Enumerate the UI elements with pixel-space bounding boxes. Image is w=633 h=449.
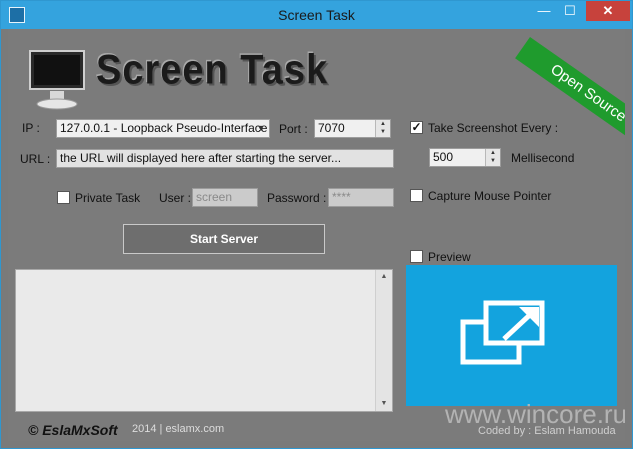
close-button[interactable]: ✕ <box>586 1 630 21</box>
chevron-down-icon[interactable]: ▼ <box>253 120 269 137</box>
scroll-down-icon[interactable]: ▼ <box>376 397 392 411</box>
private-task-checkbox[interactable] <box>57 191 70 204</box>
preview-label: Preview <box>428 250 471 264</box>
ip-select[interactable]: 127.0.0.1 - Loopback Pseudo-Interface 1 … <box>56 119 270 138</box>
ip-select-value: 127.0.0.1 - Loopback Pseudo-Interface 1 <box>60 121 270 135</box>
spin-down-icon[interactable]: ▼ <box>486 157 500 165</box>
url-field[interactable]: the URL will displayed here after starti… <box>56 149 394 168</box>
ip-label: IP : <box>22 121 40 135</box>
port-stepper[interactable]: 7070 ▲ ▼ <box>314 119 391 138</box>
log-scrollbar[interactable]: ▲ ▼ <box>375 270 392 411</box>
spin-up-icon[interactable]: ▲ <box>376 120 390 128</box>
copyright-text: 2014 | eslamx.com <box>132 423 225 435</box>
capture-mouse-checkbox[interactable] <box>410 189 423 202</box>
url-label: URL : <box>20 152 51 166</box>
preview-checkbox[interactable] <box>410 250 423 263</box>
monitor-icon <box>29 50 85 110</box>
spin-up-icon[interactable]: ▲ <box>486 149 500 157</box>
brand-logo: © EslaMxSoft <box>28 422 118 438</box>
interval-unit-label: Mellisecond <box>511 151 575 165</box>
scroll-up-icon[interactable]: ▲ <box>376 270 392 284</box>
user-label: User : <box>159 191 192 205</box>
main-panel: Screen Task Open Source IP : 127.0.0.1 -… <box>8 29 625 441</box>
port-value: 7070 <box>318 121 345 135</box>
log-textarea[interactable]: ▲ ▼ <box>15 269 393 412</box>
app-window: Screen Task — ☐ ✕ Screen Task Open Sourc… <box>0 0 633 449</box>
logo-text: Screen Task <box>96 47 329 94</box>
interval-value: 500 <box>433 150 454 164</box>
spin-down-icon[interactable]: ▼ <box>376 128 390 136</box>
coded-by-text: Coded by : Eslam Hamouda <box>478 425 616 437</box>
interval-stepper[interactable]: 500 ▲ ▼ <box>429 148 501 167</box>
minimize-button[interactable]: — <box>531 1 557 21</box>
external-screen-icon <box>460 300 545 365</box>
user-field[interactable]: screen <box>192 188 258 207</box>
password-field[interactable]: **** <box>328 188 394 207</box>
start-server-button[interactable]: Start Server <box>123 224 325 254</box>
password-label: Password : <box>267 191 327 205</box>
maximize-button[interactable]: ☐ <box>557 1 583 21</box>
capture-mouse-label: Capture Mouse Pointer <box>428 189 552 203</box>
private-task-label: Private Task <box>75 191 141 205</box>
preview-panel <box>406 265 617 406</box>
take-screenshot-checkbox[interactable]: ✓ <box>410 121 423 134</box>
interval-spinner[interactable]: ▲ ▼ <box>485 149 500 166</box>
title-bar[interactable]: Screen Task — ☐ ✕ <box>1 1 632 29</box>
take-screenshot-label: Take Screenshot Every : <box>428 121 559 135</box>
port-spinner[interactable]: ▲ ▼ <box>375 120 390 137</box>
port-label: Port : <box>279 122 308 136</box>
